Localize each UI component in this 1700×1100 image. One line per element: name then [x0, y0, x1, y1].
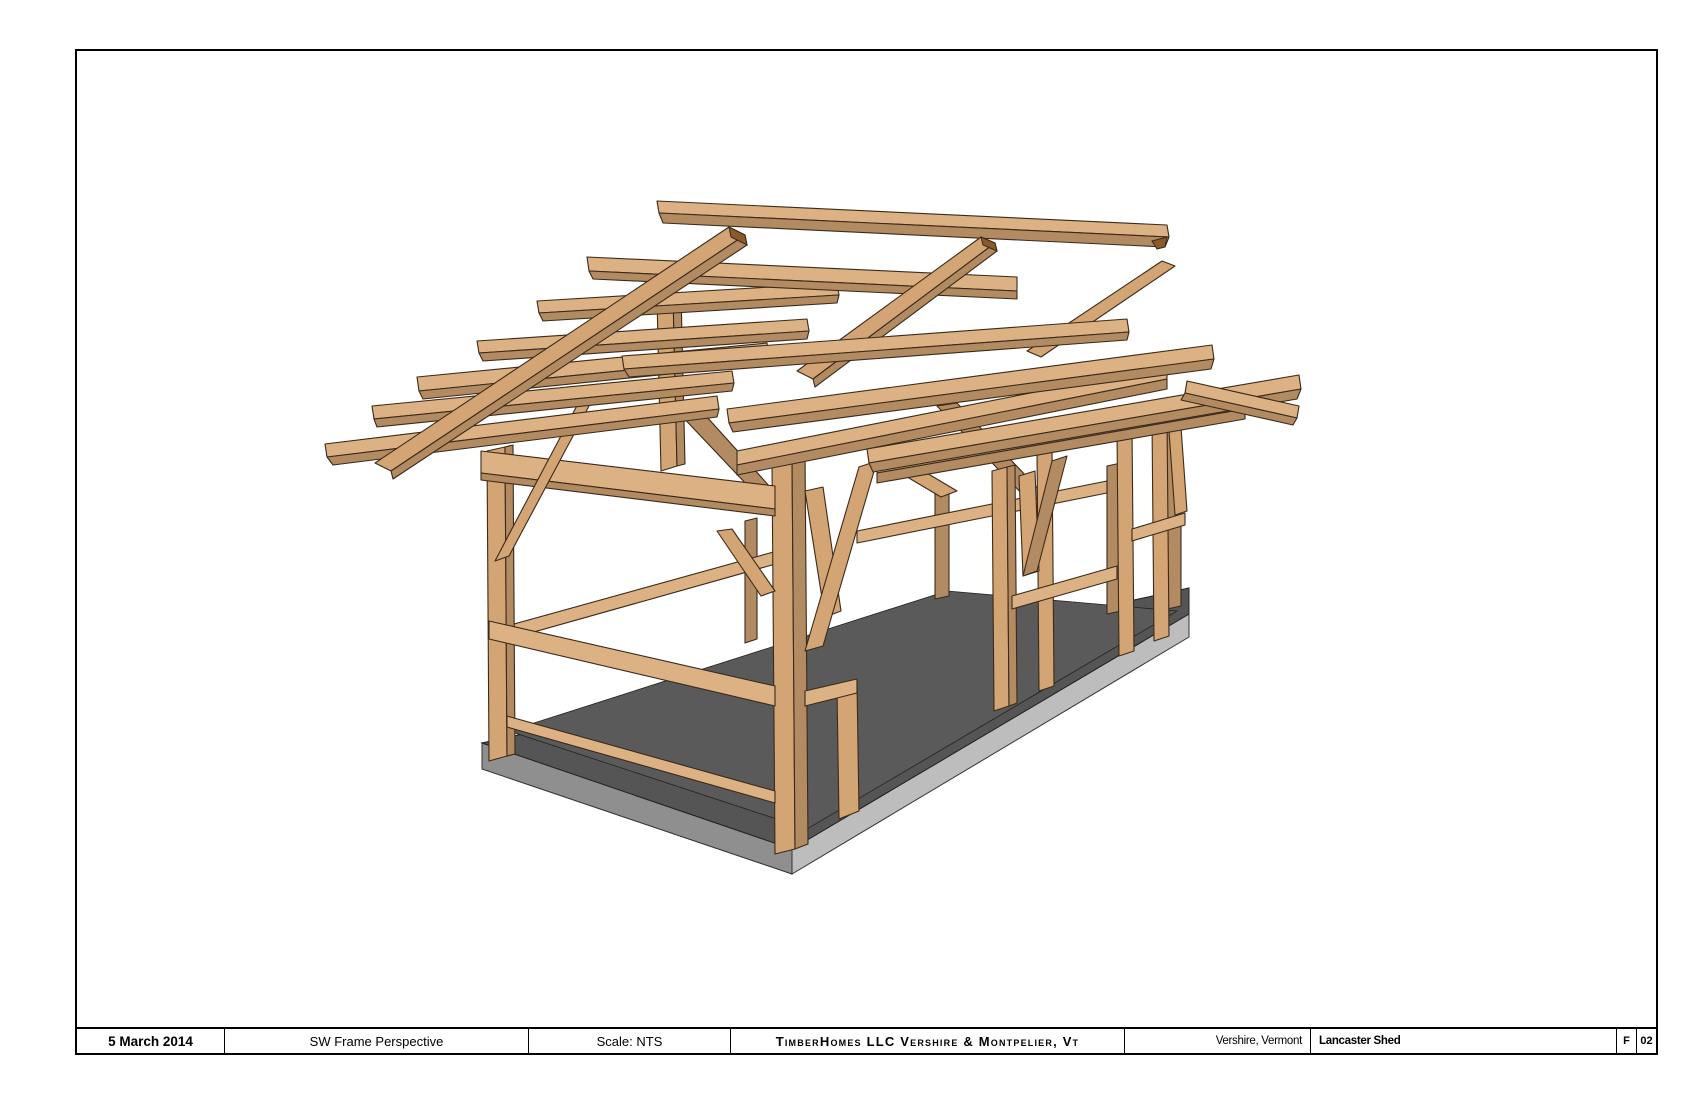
timber-frame-perspective: .t { fill:#d4a574; stroke:#3a2a1a; strok… — [324, 200, 1302, 875]
project-location: Vershire, Vermont — [1125, 1029, 1311, 1053]
floor-deck — [480, 587, 1190, 850]
drawing-sheet: .t { fill:#d4a574; stroke:#3a2a1a; strok… — [75, 49, 1658, 1055]
sheet-number: 02 — [1640, 1035, 1653, 1047]
project-name: Lancaster Shed — [1311, 1029, 1617, 1053]
drawing-scale: Scale: NTS — [529, 1029, 731, 1053]
firm-name: TimberHomes LLC Vershire & Montpelier, V… — [731, 1029, 1125, 1053]
sheet-letter: F — [1617, 1029, 1637, 1053]
drawing-date: 5 March 2014 — [77, 1029, 225, 1053]
title-block: 5 March 2014 SW Frame Perspective Scale:… — [77, 1027, 1656, 1053]
view-name: SW Frame Perspective — [225, 1029, 529, 1053]
